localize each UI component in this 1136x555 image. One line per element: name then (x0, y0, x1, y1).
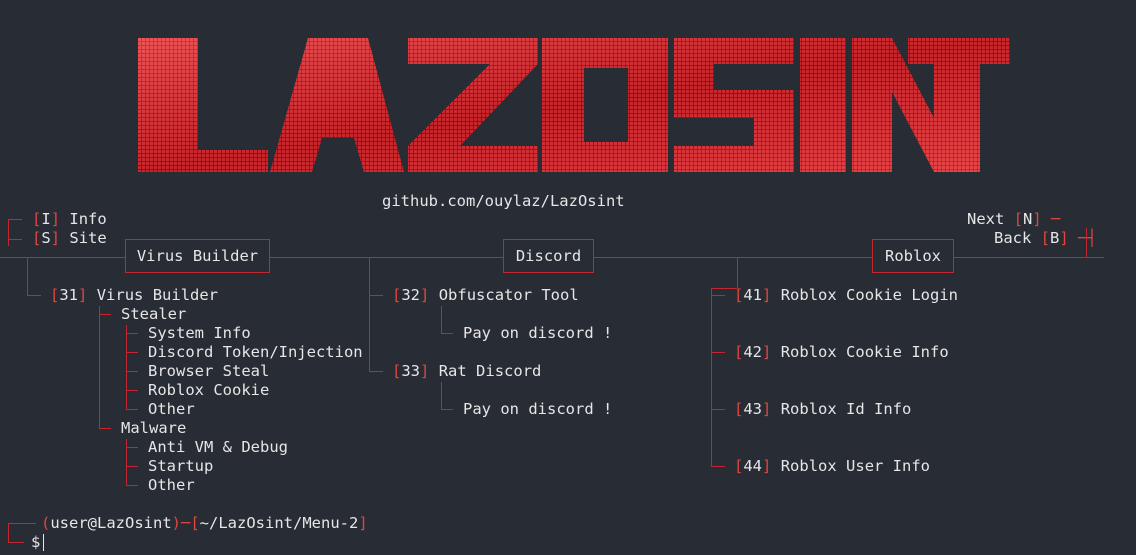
stealer-item: Roblox Cookie (148, 381, 270, 399)
tree-line (711, 409, 725, 410)
tree-line (711, 466, 725, 467)
prompt-header: (user@LazOsint)─[~/LazOsint/Menu-2] (41, 514, 368, 532)
text-cursor (43, 534, 45, 551)
nav-site-option[interactable]: [S] Site (32, 229, 107, 248)
section-virus-builder: Virus Builder (125, 239, 270, 273)
malware-item: Anti VM & Debug (148, 438, 288, 456)
tree-line (126, 390, 138, 391)
tree-line (711, 288, 712, 467)
tree-line (441, 409, 453, 410)
tree-line (441, 333, 453, 334)
tree-line (711, 295, 725, 296)
tree-line (99, 314, 111, 315)
tree-line (126, 485, 138, 486)
malware-item: Startup (148, 457, 214, 475)
option-32[interactable]: [32] Obfuscator Tool (392, 286, 579, 305)
tree-line (369, 295, 383, 296)
option-42[interactable]: [42] Roblox Cookie Info (734, 343, 949, 362)
tree-line (126, 325, 127, 410)
option-44[interactable]: [44] Roblox User Info (734, 457, 930, 476)
tree-line (99, 428, 111, 429)
prompt-input[interactable]: $ (31, 533, 45, 552)
lazosint-logo (138, 38, 1010, 174)
tree-line (126, 409, 138, 410)
stealer-item: System Info (148, 324, 251, 342)
option-33[interactable]: [33] Rat Discord (392, 362, 541, 381)
option-31[interactable]: [31] Virus Builder (50, 286, 218, 305)
tree-line (369, 371, 383, 372)
nav-branch-line (8, 239, 22, 240)
tree-line (27, 258, 28, 296)
malware-item: Other (148, 476, 195, 494)
tree-line (126, 466, 138, 467)
option-43[interactable]: [43] Roblox Id Info (734, 400, 911, 419)
tree-line (27, 295, 41, 296)
stealer-group: Stealer (121, 305, 187, 323)
stealer-item: Browser Steal (148, 362, 270, 380)
nav-back-option[interactable]: Back [B] ─┤ (994, 229, 1097, 248)
tree-line (369, 258, 370, 372)
tree-line (737, 258, 738, 288)
prompt-line (8, 542, 24, 543)
tree-line (126, 333, 138, 334)
prompt-line (8, 523, 9, 543)
malware-group: Malware (121, 419, 187, 437)
section-discord: Discord (503, 239, 594, 273)
option-41[interactable]: [41] Roblox Cookie Login (734, 286, 958, 305)
prompt-line (8, 523, 36, 524)
nav-info-option[interactable]: [I] Info (32, 210, 107, 229)
tree-line (126, 371, 138, 372)
tree-line (126, 447, 138, 448)
nav-branch-line (1086, 228, 1087, 258)
tree-line (99, 306, 100, 429)
option-note: Pay on discord ! (463, 324, 613, 342)
nav-branch-line (8, 219, 9, 246)
tree-line (126, 352, 138, 353)
nav-next-option[interactable]: Next [N] ─ (967, 210, 1060, 229)
stealer-item: Discord Token/Injection (148, 343, 363, 361)
tree-line (441, 306, 442, 334)
stealer-item: Other (148, 400, 195, 418)
option-note: Pay on discord ! (463, 400, 613, 418)
section-roblox: Roblox (872, 239, 954, 273)
nav-branch-line (8, 219, 22, 220)
tree-line (711, 352, 725, 353)
github-link[interactable]: github.com/ouylaz/LazOsint (382, 192, 625, 211)
tree-line (441, 382, 442, 410)
